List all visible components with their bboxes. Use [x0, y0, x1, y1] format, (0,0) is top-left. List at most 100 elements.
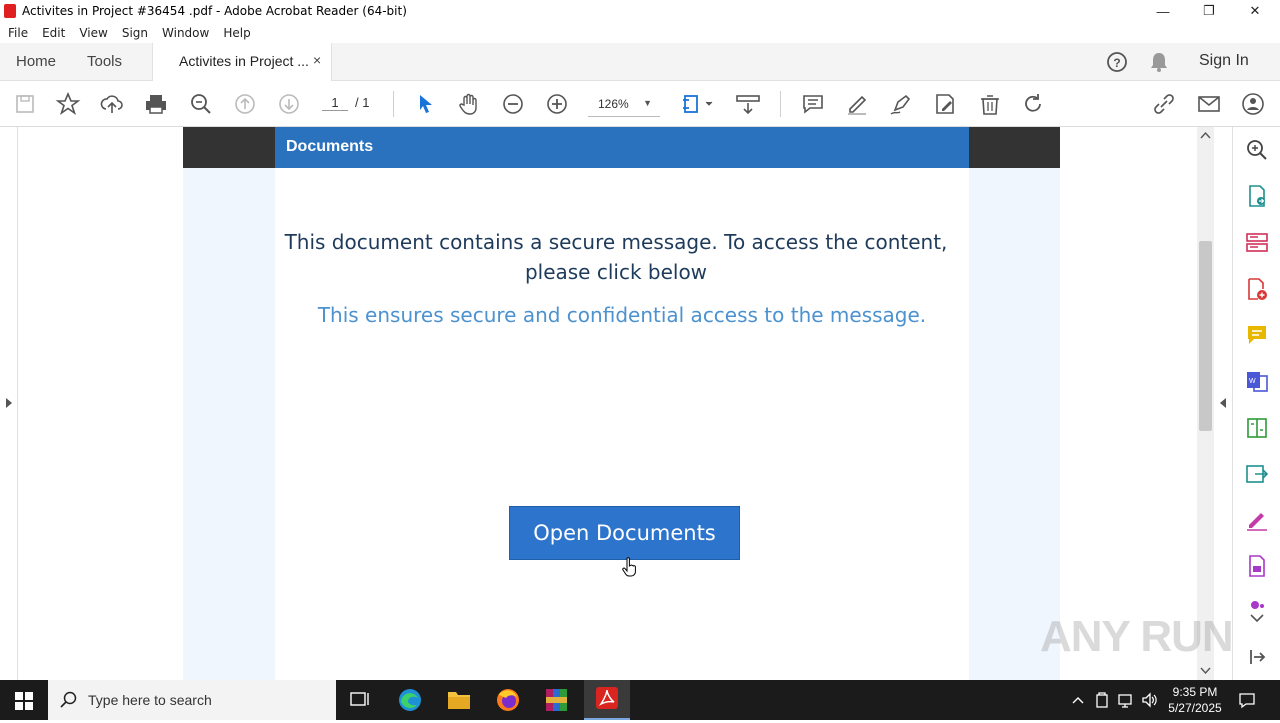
- show-hidden-icons-chevron-icon[interactable]: [1071, 694, 1085, 706]
- notification-bell-icon[interactable]: [1146, 49, 1172, 75]
- menu-help[interactable]: Help: [223, 26, 250, 40]
- acrobat-reader-taskbar-icon[interactable]: [584, 680, 630, 720]
- collapse-panel-icon[interactable]: [1245, 645, 1269, 669]
- windows-logo-icon: [15, 692, 33, 710]
- collapse-right-icon: [1220, 398, 1226, 408]
- acrobat-icon: [4, 4, 16, 18]
- share-link-icon[interactable]: [1151, 91, 1177, 117]
- clock-time: 9:35 PM: [1172, 685, 1218, 699]
- scrollbar-thumb[interactable]: [1199, 241, 1212, 431]
- zoom-level-dropdown[interactable]: 126% ▼: [588, 91, 660, 117]
- expand-tools-chevron-icon[interactable]: [1245, 611, 1269, 625]
- svg-text:W: W: [1249, 378, 1256, 385]
- select-cursor-icon[interactable]: [412, 91, 438, 117]
- close-window-button[interactable]: ✕: [1232, 0, 1278, 22]
- secure-message-text: This document contains a secure message.…: [284, 230, 948, 284]
- tab-close-icon[interactable]: ×: [313, 52, 321, 68]
- document-viewer[interactable]: Documents This document contains a secur…: [0, 127, 1233, 680]
- send-for-review-icon[interactable]: [1245, 462, 1269, 486]
- zoom-level-value: 126%: [598, 97, 629, 111]
- toolbar-divider: [780, 91, 781, 117]
- edge-browser-icon[interactable]: [390, 684, 430, 716]
- previous-page-icon[interactable]: [232, 91, 258, 117]
- create-pdf-icon[interactable]: [1245, 277, 1269, 301]
- menu-window[interactable]: Window: [162, 26, 209, 40]
- vertical-scrollbar[interactable]: [1197, 127, 1214, 680]
- chevron-down-icon: ▼: [643, 98, 652, 108]
- action-center-notification-icon[interactable]: [1238, 691, 1256, 709]
- compare-files-icon[interactable]: [1245, 416, 1269, 440]
- save-icon[interactable]: [12, 91, 38, 117]
- bookmark-star-icon[interactable]: [55, 91, 81, 117]
- help-icon[interactable]: ?: [1104, 49, 1130, 75]
- zoom-in-icon[interactable]: [544, 91, 570, 117]
- edit-pdf-icon[interactable]: [932, 91, 958, 117]
- comment-icon[interactable]: [800, 91, 826, 117]
- print-icon[interactable]: [143, 91, 169, 117]
- tab-tools[interactable]: Tools: [87, 43, 122, 81]
- clock-date: 5/27/2025: [1168, 701, 1222, 715]
- protect-document-icon[interactable]: [1245, 554, 1269, 578]
- expand-left-icon: [6, 398, 12, 408]
- menu-view[interactable]: View: [79, 26, 107, 40]
- add-user-icon[interactable]: [1240, 91, 1266, 117]
- comment-tool-icon[interactable]: [1245, 323, 1269, 347]
- minimize-button[interactable]: —: [1140, 0, 1186, 22]
- network-icon[interactable]: [1117, 691, 1135, 709]
- rotate-icon[interactable]: [1020, 91, 1046, 117]
- firefox-icon[interactable]: [488, 684, 528, 716]
- main-toolbar: 1 / 1 126% ▼: [0, 81, 1280, 127]
- sign-in-link[interactable]: Sign In: [1199, 52, 1249, 70]
- page-number-input[interactable]: 1: [322, 95, 348, 111]
- search-zoom-icon[interactable]: [1245, 138, 1269, 162]
- any-run-watermark: ANY RUN: [1040, 612, 1234, 661]
- zoom-out-icon[interactable]: [500, 91, 526, 117]
- fit-page-icon[interactable]: [680, 91, 716, 117]
- task-view-icon[interactable]: [340, 684, 380, 716]
- page-content-column: [275, 127, 969, 680]
- next-page-icon[interactable]: [276, 91, 302, 117]
- open-documents-button[interactable]: Open Documents: [509, 506, 740, 560]
- highlight-pen-icon[interactable]: [844, 91, 870, 117]
- email-envelope-icon[interactable]: [1196, 91, 1222, 117]
- right-panel-toggle[interactable]: [1214, 127, 1233, 680]
- maximize-button[interactable]: ❐: [1186, 0, 1232, 22]
- tab-document-label: Activites in Project ...: [179, 53, 309, 69]
- volume-speaker-icon[interactable]: [1141, 691, 1159, 709]
- pdf-page: Documents This document contains a secur…: [183, 127, 1060, 680]
- menu-sign[interactable]: Sign: [122, 26, 148, 40]
- convert-pdf-icon[interactable]: W: [1245, 369, 1269, 393]
- export-pdf-icon[interactable]: [1245, 184, 1269, 208]
- left-panel-toggle[interactable]: [0, 127, 18, 680]
- taskbar-search-box[interactable]: Type here to search: [48, 680, 336, 720]
- draw-signature-icon[interactable]: [888, 91, 914, 117]
- menu-file[interactable]: File: [8, 26, 28, 40]
- page-total: / 1: [355, 95, 370, 110]
- tab-document[interactable]: Activites in Project ... ×: [152, 43, 332, 82]
- upload-cloud-icon[interactable]: [99, 91, 125, 117]
- right-tools-panel: W: [1233, 127, 1280, 680]
- window-title: Activites in Project #36454 .pdf - Adobe…: [22, 4, 407, 18]
- scroll-down-arrow-icon[interactable]: [1200, 667, 1211, 675]
- hand-tool-icon[interactable]: [456, 91, 482, 117]
- winrar-icon[interactable]: [537, 684, 577, 716]
- svg-text:?: ?: [1113, 56, 1120, 70]
- search-icon: [60, 691, 77, 708]
- menu-bar: File Edit View Sign Window Help: [0, 22, 1280, 43]
- zoom-search-icon[interactable]: [188, 91, 214, 117]
- tab-home[interactable]: Home: [16, 43, 56, 81]
- documents-header: Documents: [275, 127, 969, 168]
- menu-edit[interactable]: Edit: [42, 26, 65, 40]
- start-button[interactable]: [0, 680, 48, 720]
- scroll-up-arrow-icon[interactable]: [1200, 131, 1211, 139]
- delete-trash-icon[interactable]: [977, 91, 1003, 117]
- scroll-mode-icon[interactable]: [735, 91, 761, 117]
- secure-subtext: This ensures secure and confidential acc…: [317, 303, 927, 327]
- more-tools-icon[interactable]: [1245, 597, 1269, 609]
- file-explorer-icon[interactable]: [439, 684, 479, 716]
- organize-pages-icon[interactable]: [1245, 231, 1269, 255]
- security-shield-icon[interactable]: [1094, 691, 1110, 709]
- fill-sign-icon[interactable]: [1245, 508, 1269, 532]
- system-clock[interactable]: 9:35 PM 5/27/2025: [1160, 684, 1230, 716]
- tab-bar: Home Tools Activites in Project ... × ? …: [0, 43, 1280, 82]
